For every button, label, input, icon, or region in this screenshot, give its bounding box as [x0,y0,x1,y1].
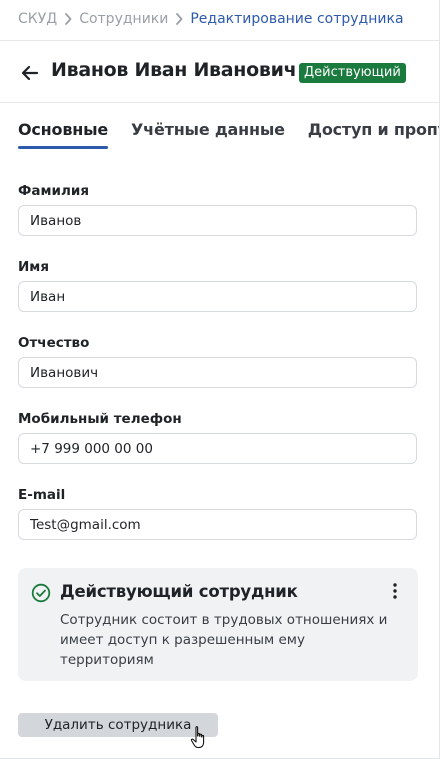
chevron-right-icon [57,13,79,25]
chevron-right-icon [168,13,190,25]
phone-field[interactable] [18,433,417,464]
breadcrumb-item-skud[interactable]: СКУД [18,11,57,27]
page-header: Иванов Иван Иванович Действующий [0,40,439,103]
more-vertical-icon[interactable] [387,582,403,600]
tab-access-pass[interactable]: Доступ и пропуск [308,120,439,150]
last-name-field[interactable] [18,205,417,236]
tab-bar: Основные Учётные данные Доступ и пропуск [18,120,439,150]
email-field[interactable] [18,509,417,540]
page-title: Иванов Иван Иванович [51,59,297,81]
email-label: E-mail [18,487,66,503]
status-card-title: Действующий сотрудник [60,582,298,601]
phone-label: Мобильный телефон [18,411,182,427]
status-badge: Действующий [299,63,406,83]
middle-name-label: Отчество [18,335,90,351]
check-circle-icon [31,583,51,603]
employee-edit-page: СКУД Сотрудники Редактирование сотрудник… [0,0,440,759]
delete-employee-button[interactable]: Удалить сотрудника [18,713,218,737]
tab-main[interactable]: Основные [18,120,108,150]
employee-status-card: Действующий сотрудник Сотрудник состоит … [18,568,418,681]
status-card-description: Сотрудник состоит в трудовых отношениях … [60,612,388,668]
first-name-field[interactable] [18,281,417,312]
breadcrumb-item-employees[interactable]: Сотрудники [79,11,168,27]
last-name-label: Фамилия [18,183,90,199]
breadcrumb: СКУД Сотрудники Редактирование сотрудник… [18,8,404,30]
tab-credentials[interactable]: Учётные данные [131,120,285,150]
middle-name-field[interactable] [18,357,417,388]
first-name-label: Имя [18,259,50,275]
breadcrumb-current: Редактирование сотрудника [190,11,404,27]
back-arrow-icon[interactable] [18,61,42,85]
